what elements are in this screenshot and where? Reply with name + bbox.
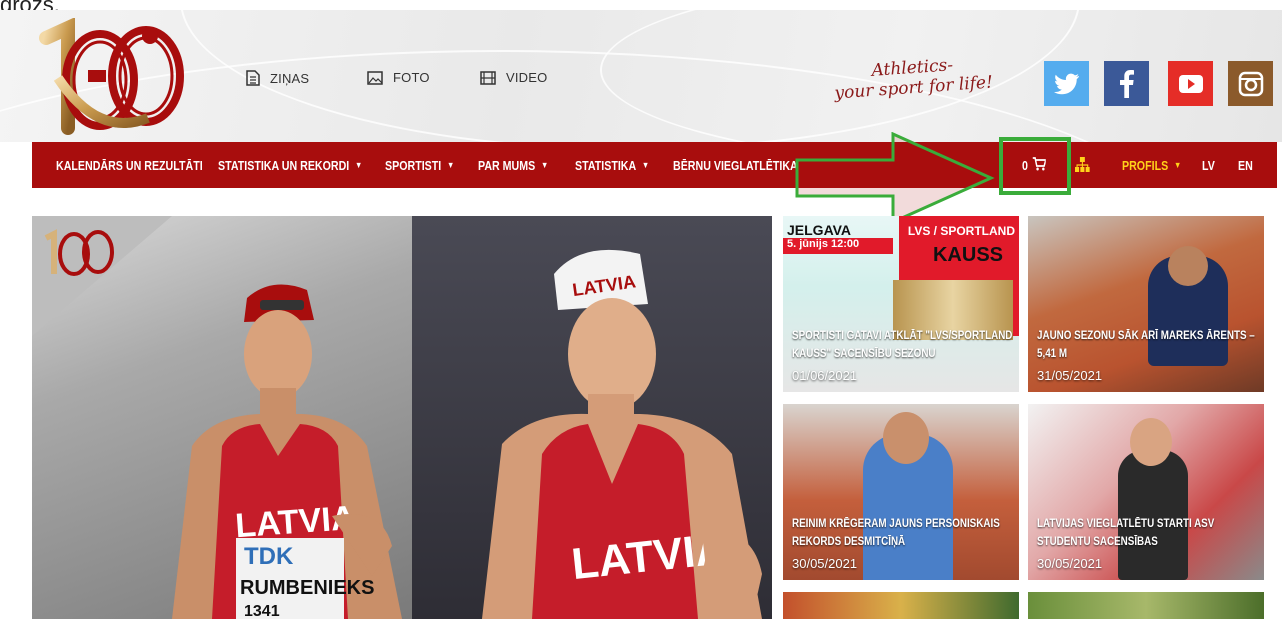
news-card[interactable]: JELGAVA 5. jūnijs 12:00 LVS / SPORTLAND … xyxy=(783,216,1019,392)
facebook-icon[interactable] xyxy=(1104,61,1149,106)
nav-statistics[interactable]: STATISTIKA ▼ xyxy=(575,142,649,188)
nav-calendar[interactable]: KALENDĀRS UN REZULTĀTI xyxy=(56,142,203,188)
sitemap-icon[interactable] xyxy=(1075,142,1090,188)
caret-down-icon: ▼ xyxy=(355,160,363,170)
news-card-date: 31/05/2021 xyxy=(1037,368,1103,383)
news-card-date: 30/05/2021 xyxy=(1037,556,1103,571)
caret-down-icon: ▼ xyxy=(447,160,455,170)
news-card-date: 30/05/2021 xyxy=(792,556,858,571)
caret-down-icon: ▼ xyxy=(1173,160,1182,170)
nav-stats-records[interactable]: STATISTIKA UN REKORDI ▼ xyxy=(218,142,362,188)
annotation-arrow xyxy=(795,132,995,224)
caret-down-icon: ▼ xyxy=(540,160,549,170)
main-navbar: KALENDĀRS UN REZULTĀTI STATISTIKA UN REK… xyxy=(32,142,1277,188)
news-card-date: 01/06/2021 xyxy=(792,368,858,383)
news-card-title: JAUNO SEZONU SĀK ARĪ MAREKS ĀRENTS – 5,4… xyxy=(1037,328,1255,360)
svg-text:RUMBENIEKS: RUMBENIEKS xyxy=(240,577,374,599)
lang-en[interactable]: EN xyxy=(1238,142,1253,188)
nav-kids[interactable]: BĒRNU VIEGLATLĒTIKA xyxy=(673,142,798,188)
twitter-icon[interactable] xyxy=(1044,61,1089,106)
athlete-left: LATVIA TDK RUMBENIEKS 1341 xyxy=(172,284,402,619)
youtube-icon[interactable] xyxy=(1168,61,1213,106)
news-card[interactable]: REINIM KRĒGERAM JAUNS PERSONISKAIS REKOR… xyxy=(783,404,1019,580)
news-card[interactable]: JAUNO SEZONU SĀK ARĪ MAREKS ĀRENTS – 5,4… xyxy=(1028,216,1264,392)
instagram-icon[interactable] xyxy=(1228,61,1273,106)
news-card-title: REINIM KRĒGERAM JAUNS PERSONISKAIS REKOR… xyxy=(792,516,1000,548)
topnav-news[interactable]: ZIŅAS xyxy=(246,70,309,86)
site-header: ZIŅAS FOTO VIDEO Athletics- your sport f… xyxy=(0,10,1282,142)
svg-text:1341: 1341 xyxy=(244,603,280,619)
caret-down-icon: ▼ xyxy=(641,160,650,170)
news-card-title: LATVIJAS VIEGLATLĒTU STARTI ASV STUDENTU… xyxy=(1037,516,1215,548)
nav-athletes[interactable]: SPORTISTI ▼ xyxy=(385,142,454,188)
svg-text:TDK: TDK xyxy=(244,543,294,570)
news-card[interactable]: LATVIJAS VIEGLATLĒTU STARTI ASV STUDENTU… xyxy=(1028,404,1264,580)
image-icon xyxy=(367,70,383,85)
hero-image[interactable]: LATVIA TDK RUMBENIEKS 1341 LATVIA LATVIA xyxy=(32,216,772,619)
film-icon xyxy=(480,70,496,85)
nav-profile[interactable]: PROFILS ▼ xyxy=(1122,142,1181,188)
topnav-photo[interactable]: FOTO xyxy=(367,70,430,85)
news-card[interactable] xyxy=(783,592,1019,619)
nav-about[interactable]: PAR MUMS ▼ xyxy=(478,142,548,188)
news-card[interactable] xyxy=(1028,592,1264,619)
athlete-right: LATVIA LATVIA xyxy=(482,249,762,619)
topnav-video[interactable]: VIDEO xyxy=(480,70,547,85)
lang-lv[interactable]: LV xyxy=(1202,142,1215,188)
annotation-highlight-box xyxy=(999,137,1071,195)
news-card-title: SPORTISTI GATAVI ATKLĀT "LVS/SPORTLAND K… xyxy=(792,328,1013,360)
site-logo[interactable] xyxy=(38,17,188,140)
document-icon xyxy=(246,70,260,86)
page: ZIŅAS FOTO VIDEO Athletics- your sport f… xyxy=(0,10,1282,619)
